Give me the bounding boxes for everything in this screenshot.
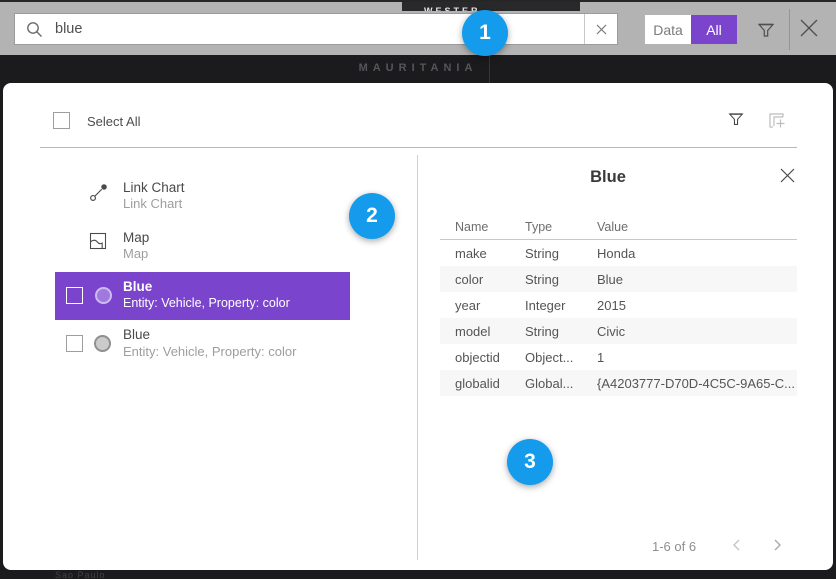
- result-subtitle: Entity: Vehicle, Property: color: [123, 344, 296, 359]
- add-to-selection-icon[interactable]: [767, 110, 787, 130]
- results-filter-icon[interactable]: [727, 110, 745, 128]
- select-all-checkbox[interactable]: [53, 112, 70, 129]
- col-header-name: Name: [455, 220, 525, 234]
- col-header-type: Type: [525, 220, 597, 234]
- callout-1: 1: [462, 10, 508, 56]
- table-row: make String Honda: [440, 240, 797, 266]
- scope-all-button[interactable]: All: [691, 15, 737, 44]
- detail-close-icon[interactable]: [779, 167, 796, 184]
- filter-icon[interactable]: [756, 20, 776, 40]
- toolbar-divider: [789, 9, 790, 50]
- detail-title: Blue: [417, 168, 799, 187]
- table-row: model String Civic: [440, 318, 797, 344]
- callout-3: 3: [507, 439, 553, 485]
- scope-data-button[interactable]: Data: [645, 15, 691, 44]
- result-title: Blue: [123, 327, 150, 342]
- result-subtitle: Entity: Vehicle, Property: color: [123, 296, 290, 310]
- item-checkbox[interactable]: [66, 335, 83, 352]
- map-label-western: WESTER: [402, 2, 580, 11]
- clear-icon: [596, 24, 607, 35]
- list-detail-divider: [417, 155, 418, 560]
- map-strip: MAURITANIA: [0, 55, 836, 83]
- result-item-blue-selected[interactable]: Blue Entity: Vehicle, Property: color: [55, 272, 350, 320]
- table-body: make String Honda color String Blue year…: [440, 240, 797, 396]
- search-toolbar: WESTER Data All: [0, 0, 836, 55]
- col-header-value: Value: [597, 220, 797, 234]
- app-screenshot: WESTER Data All: [0, 0, 836, 579]
- table-row: objectid Object... 1: [440, 344, 797, 370]
- table-row: year Integer 2015: [440, 292, 797, 318]
- search-box: [14, 13, 618, 45]
- map-icon: [88, 231, 108, 251]
- pagination-next-icon[interactable]: [771, 538, 784, 552]
- close-search-icon[interactable]: [797, 16, 821, 40]
- clear-search-button[interactable]: [584, 14, 617, 44]
- table-header-row: Name Type Value: [440, 214, 797, 240]
- result-title: Link Chart: [123, 180, 185, 195]
- table-row: globalid Global... {A4203777-D70D-4C5C-9…: [440, 370, 797, 396]
- result-title: Blue: [123, 279, 152, 294]
- link-chart-icon: [88, 181, 110, 203]
- result-subtitle: Map: [123, 246, 148, 261]
- header-divider: [40, 147, 797, 148]
- result-title: Map: [123, 230, 149, 245]
- select-all-label: Select All: [87, 114, 140, 129]
- table-row: color String Blue: [440, 266, 797, 292]
- map-label-mauritania: MAURITANIA: [0, 62, 836, 74]
- map-label-bottom: Sao Paulo: [55, 570, 106, 579]
- pagination-label: 1-6 of 6: [652, 539, 696, 554]
- search-results-dialog: Select All Link Chart Link Chart: [3, 83, 833, 570]
- callout-2: 2: [349, 193, 395, 239]
- attribute-table: Name Type Value make String Honda color …: [440, 214, 797, 396]
- item-checkbox[interactable]: [66, 287, 83, 304]
- entity-symbol: [94, 335, 111, 352]
- entity-symbol: [95, 287, 112, 304]
- search-icon: [26, 21, 43, 38]
- result-subtitle: Link Chart: [123, 196, 182, 211]
- search-scope-toggle: Data All: [645, 15, 737, 44]
- pagination-prev-icon[interactable]: [730, 538, 743, 552]
